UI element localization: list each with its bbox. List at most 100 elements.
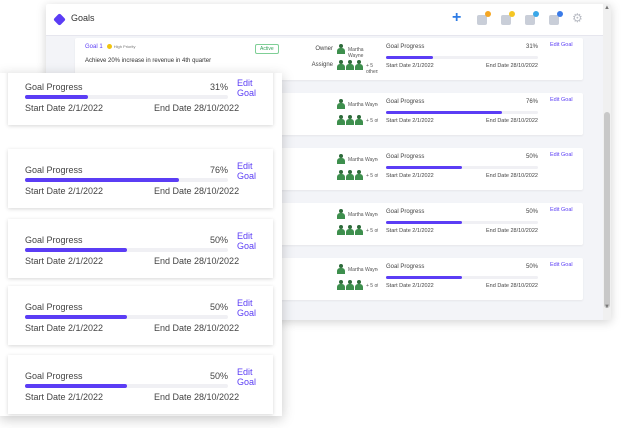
add-icon[interactable]: + (452, 10, 461, 26)
progress-label: Goal Progress (25, 371, 83, 381)
owner-avatar-icon (337, 209, 345, 219)
start-date: Start Date 2/1/2022 (386, 228, 434, 234)
assignee-avatar-icon (346, 170, 354, 180)
progress-fill (386, 56, 434, 59)
edit-goal-link[interactable]: Edit Goal (237, 78, 273, 98)
progress-fill (386, 166, 462, 169)
progress-fill (386, 276, 462, 279)
progress-label: Goal Progress (386, 264, 425, 270)
edit-goal-link[interactable]: Edit Goal (550, 42, 573, 48)
goal-progress-card: Goal Progress 50% Start Date 2/1/2022 En… (378, 148, 542, 190)
priority-dot-icon (106, 44, 112, 49)
goal-id-label: Goal 1 High Priority (85, 44, 135, 50)
start-date: Start Date 2/1/2022 (25, 323, 104, 333)
goal-progress-card: Goal Progress 76% Start Date 2/1/2022 En… (8, 149, 273, 208)
start-date: Start Date 2/1/2022 (25, 186, 104, 196)
assignee-avatar-icon (355, 60, 363, 70)
assignee-avatar-icon (355, 170, 363, 180)
owner-avatar-icon (337, 44, 345, 54)
progress-label: Goal Progress (386, 154, 425, 160)
owner-avatar-icon (337, 154, 345, 164)
progress-percent: 76% (210, 165, 229, 175)
end-date: End Date 28/10/2022 (486, 118, 538, 124)
gear-icon[interactable]: ⚙ (572, 11, 583, 25)
notification-icon[interactable] (548, 11, 563, 26)
progress-percent: 50% (525, 154, 538, 160)
owner-label: Owner (315, 46, 333, 52)
edit-goal-link[interactable]: Edit Goal (550, 262, 573, 268)
progress-label: Goal Progress (386, 44, 425, 50)
progress-fill (386, 111, 502, 114)
owner-avatar-icon (337, 264, 345, 274)
edit-goal-link[interactable]: Edit Goal (237, 298, 273, 318)
end-date: End Date 28/10/2022 (154, 103, 240, 113)
progress-track (25, 95, 228, 99)
goal-progress-card: Goal Progress 50% Start Date 2/1/2022 En… (8, 219, 273, 278)
edit-goal-link[interactable]: Edit Goal (550, 152, 573, 158)
start-date: Start Date 2/1/2022 (25, 392, 104, 402)
start-date: Start Date 2/1/2022 (25, 103, 104, 113)
goal-id[interactable]: Goal 1 (85, 44, 103, 50)
progress-percent: 31% (525, 44, 538, 50)
assignee-avatar-icon (346, 115, 354, 125)
assignee-avatar-icon (355, 115, 363, 125)
end-date: End Date 28/10/2022 (486, 228, 538, 234)
scroll-up-icon[interactable]: ▲ (604, 5, 610, 11)
progress-label: Goal Progress (25, 165, 83, 175)
progress-fill (25, 178, 180, 182)
goal-progress-card: Goal Progress 50% Start Date 2/1/2022 En… (378, 258, 542, 300)
progress-label: Goal Progress (25, 235, 83, 245)
goal-progress-card: Goal Progress 50% Start Date 2/1/2022 En… (378, 203, 542, 245)
edit-goal-link[interactable]: Edit Goal (550, 207, 573, 213)
progress-label: Goal Progress (386, 99, 425, 105)
progress-track (25, 315, 228, 319)
status-badge: Active (255, 44, 279, 54)
priority-label: High Priority (113, 44, 136, 49)
progress-track (25, 178, 228, 182)
goal-progress-card: Goal Progress 76% Start Date 2/1/2022 En… (378, 93, 542, 135)
goal-progress-card: Goal Progress 31% Start Date 2/1/2022 En… (8, 73, 273, 125)
chat-icon[interactable] (524, 11, 539, 26)
assignee-avatar-icon (355, 225, 363, 235)
assignee-avatar-icon (355, 280, 363, 290)
assignee-avatar-icon (337, 115, 345, 125)
progress-track (386, 276, 538, 279)
edit-goal-link[interactable]: Edit Goal (550, 97, 573, 103)
owner-name: Martha Wayne (348, 267, 381, 273)
page-title: Goals (71, 13, 95, 23)
edit-goal-link[interactable]: Edit Goal (237, 161, 273, 181)
vertical-scrollbar[interactable]: ▲ ▼ (603, 4, 611, 320)
progress-percent: 50% (525, 209, 538, 215)
assignee-avatar-icon (346, 60, 354, 70)
owner-avatar-icon (337, 99, 345, 109)
scroll-down-icon[interactable]: ▼ (604, 304, 610, 310)
start-date: Start Date 2/1/2022 (386, 283, 434, 289)
goal-progress-card: Goal Progress 31% Start Date 2/1/2022 En… (378, 38, 542, 80)
start-date: Start Date 2/1/2022 (386, 63, 434, 69)
progress-track (386, 166, 538, 169)
assignee-avatar-icon (346, 225, 354, 235)
progress-percent: 50% (210, 302, 229, 312)
progress-track (25, 384, 228, 388)
end-date: End Date 28/10/2022 (154, 186, 240, 196)
progress-track (386, 221, 538, 224)
assignee-label: Assigne (311, 62, 333, 68)
end-date: End Date 28/10/2022 (154, 323, 240, 333)
scroll-thumb[interactable] (604, 112, 610, 308)
end-date: End Date 28/10/2022 (154, 392, 240, 402)
progress-percent: 50% (525, 264, 538, 270)
goal-description: Achieve 20% increase in revenue in 4th q… (85, 58, 212, 64)
bell-icon[interactable] (476, 11, 491, 26)
assignee-avatar-icon (337, 170, 345, 180)
edit-goal-link[interactable]: Edit Goal (237, 367, 273, 387)
owner-name: Martha Wayne (348, 47, 364, 59)
progress-percent: 76% (525, 99, 538, 105)
progress-track (386, 56, 538, 59)
end-date: End Date 28/10/2022 (486, 173, 538, 179)
progress-label: Goal Progress (386, 209, 425, 215)
mail-icon[interactable] (500, 11, 515, 26)
top-bar: Goals + ⚙ (46, 4, 611, 36)
progress-track (25, 248, 228, 252)
edit-goal-link[interactable]: Edit Goal (237, 231, 273, 251)
assignee-avatar-icon (337, 225, 345, 235)
